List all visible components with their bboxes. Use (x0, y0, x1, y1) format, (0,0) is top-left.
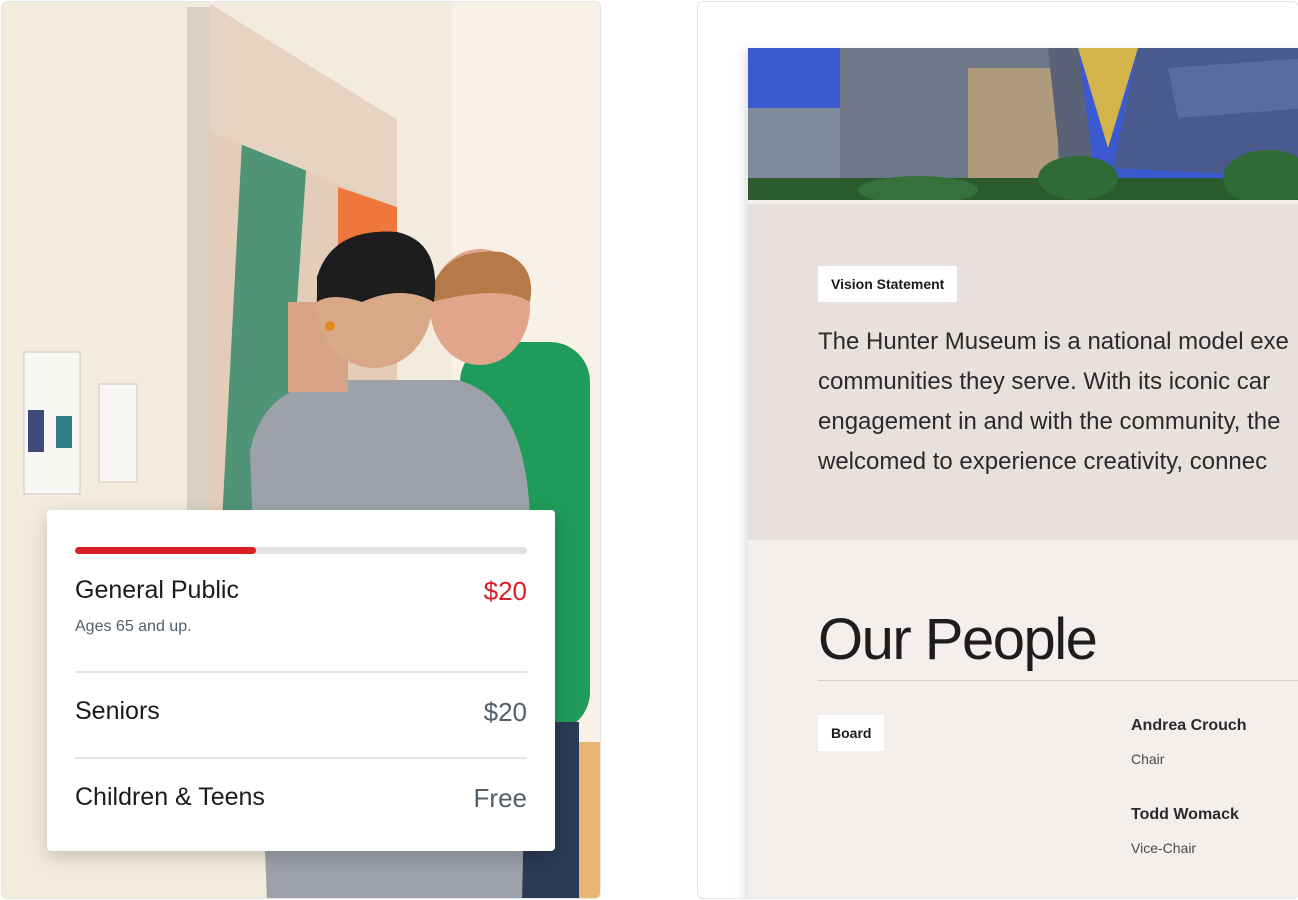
vision-statement-tag: Vision Statement (818, 266, 958, 302)
website-preview-card: Vision Statement The Hunter Museum is a … (697, 1, 1298, 899)
member-name[interactable]: Todd Womack (1131, 806, 1239, 824)
price-row-label: Seniors (75, 697, 160, 725)
museum-building-hero-image (748, 48, 1298, 200)
vision-line: engagement in and with the community, th… (818, 408, 1281, 435)
pricing-progress-fill (75, 547, 256, 554)
price-row-label: Children & Teens (75, 783, 265, 811)
vision-line: welcomed to experience creativity, conne… (818, 448, 1268, 475)
price-row-note: Ages 65 and up. (75, 618, 192, 635)
museum-site-page: Vision Statement The Hunter Museum is a … (748, 48, 1298, 898)
admission-pricing-card: General Public $20 Ages 65 and up. Senio… (47, 510, 555, 851)
price-row-label: General Public (75, 576, 239, 604)
member-role: Vice-Chair (1131, 840, 1197, 856)
our-people-heading: Our People (818, 607, 1098, 672)
price-row-value: $20 (483, 576, 527, 606)
pricing-progress-bar (75, 547, 527, 554)
divider (75, 757, 527, 759)
vision-line: The Hunter Museum is a national model ex… (818, 328, 1289, 355)
member-name[interactable]: Andrea Crouch (1131, 717, 1247, 735)
price-row-value: $20 (483, 697, 527, 727)
vision-line: communities they serve. With its iconic … (818, 368, 1271, 395)
vision-text: The Hunter Museum is a national model ex… (818, 322, 1298, 482)
board-tag: Board (818, 715, 885, 751)
member-role: Chair (1131, 751, 1165, 767)
gallery-photo-card: General Public $20 Ages 65 and up. Senio… (1, 1, 601, 899)
divider (75, 671, 527, 673)
vision-section: Vision Statement The Hunter Museum is a … (748, 204, 1298, 540)
price-row-value: Free (473, 783, 527, 813)
divider (818, 680, 1298, 681)
